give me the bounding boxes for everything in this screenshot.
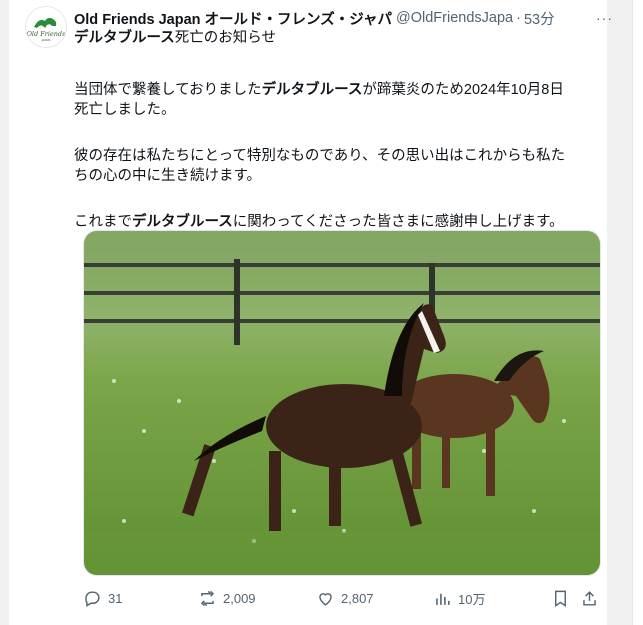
paragraph-3: これまでデルタブルースに関わってくださった皆さまに感謝申し上げます。 bbox=[74, 212, 594, 232]
tweet-photo[interactable] bbox=[83, 230, 601, 576]
reply-button[interactable]: 31 bbox=[83, 586, 122, 610]
timestamp[interactable]: 53分 bbox=[524, 8, 555, 29]
paragraph-1: 当団体で繋養しておりましたデルタブルースが蹄葉炎のため2024年10月8日死亡し… bbox=[74, 80, 594, 120]
share-button[interactable] bbox=[580, 586, 599, 610]
repost-button[interactable]: 2,009 bbox=[198, 586, 256, 610]
reply-icon bbox=[85, 590, 100, 607]
tweet-header: Old Friends Japan オールド・フレンズ・ジャパ @OldFrie… bbox=[74, 8, 599, 28]
like-button[interactable]: 2,807 bbox=[316, 586, 374, 610]
repost-count: 2,009 bbox=[223, 590, 256, 606]
horses-photo bbox=[84, 231, 600, 575]
more-icon[interactable]: ··· bbox=[596, 10, 613, 26]
share-icon bbox=[583, 590, 596, 606]
p1-text-a: 当団体で繋養しておりました bbox=[74, 82, 262, 98]
avatar[interactable]: Old Friends JAPAN bbox=[25, 6, 67, 48]
reply-count: 31 bbox=[108, 590, 123, 606]
title-rest: 死亡のお知らせ bbox=[174, 30, 276, 46]
paragraph-2: 彼の存在は私たちにとって特別なものであり、その思い出はこれからも私た ちの心の中に… bbox=[74, 146, 594, 186]
p2-text-a: 彼の存在は私たちにとって特別なものであり、その思い出はこれからも私た bbox=[74, 148, 566, 164]
svg-text:Old Friends: Old Friends bbox=[27, 30, 66, 38]
author-handle[interactable]: @OldFriendsJapa bbox=[396, 10, 513, 26]
like-count: 2,807 bbox=[341, 590, 374, 606]
old-friends-logo: Old Friends JAPAN bbox=[26, 7, 66, 47]
like-icon bbox=[319, 592, 332, 606]
p3-text-b: に関わってくださった皆さまに感謝申し上げます。 bbox=[232, 214, 564, 230]
views-icon bbox=[436, 593, 450, 605]
tweet-title: デルタブルース死亡のお知らせ bbox=[74, 28, 594, 48]
bookmark-icon bbox=[555, 590, 566, 607]
title-bold: デルタブルース bbox=[74, 30, 175, 46]
p1-text-c: 死亡しました。 bbox=[74, 102, 176, 118]
separator-dot: · bbox=[516, 10, 521, 26]
p1-bold: デルタブルース bbox=[261, 82, 363, 98]
p1-text-b: が蹄葉炎のため2024年10月8日 bbox=[362, 82, 564, 98]
p2-text-b: ちの心の中に生き続けます。 bbox=[74, 168, 262, 184]
tweet-text: デルタブルース死亡のお知らせ 当団体で繋養しておりましたデルタブルースが蹄葉炎の… bbox=[74, 28, 594, 232]
tweet-actions: 31 2,009 2,807 10万 bbox=[83, 586, 599, 610]
repost-icon bbox=[200, 590, 215, 606]
p3-bold: デルタブルース bbox=[132, 214, 233, 230]
svg-text:JAPAN: JAPAN bbox=[41, 38, 51, 42]
bookmark-button[interactable] bbox=[551, 586, 570, 610]
views-count: 10万 bbox=[458, 591, 486, 607]
views-button[interactable]: 10万 bbox=[433, 586, 485, 610]
right-column-edge bbox=[632, 0, 643, 625]
p3-text-a: これまで bbox=[74, 214, 132, 230]
author-name[interactable]: Old Friends Japan オールド・フレンズ・ジャパ bbox=[74, 8, 392, 29]
tweet-card[interactable]: Old Friends JAPAN Old Friends Japan オールド… bbox=[8, 0, 612, 625]
